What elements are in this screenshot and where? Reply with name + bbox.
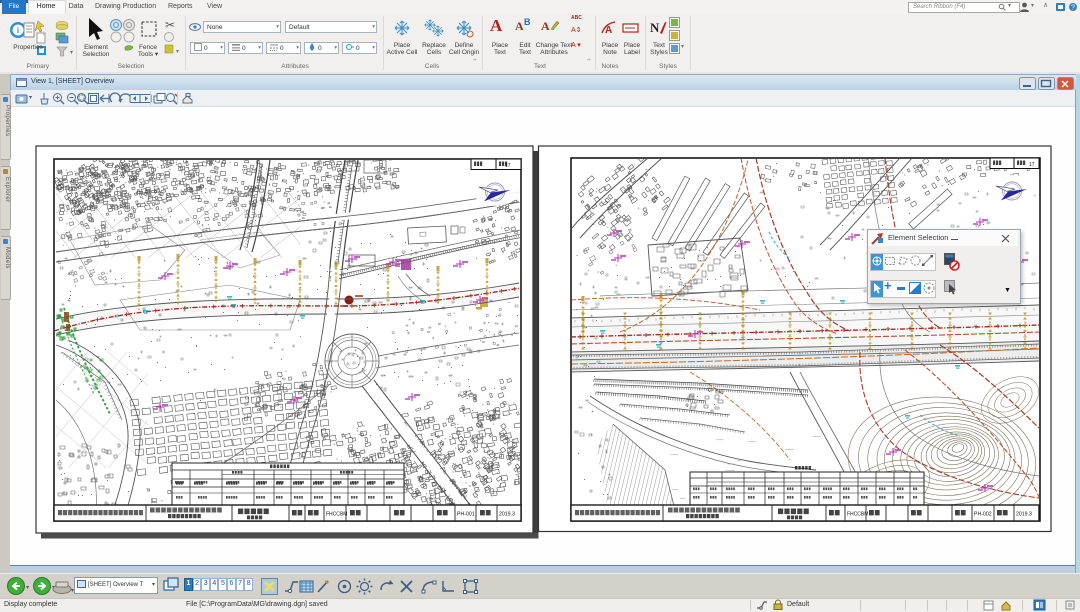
svg-text:17: 17: [505, 163, 511, 169]
svg-text:A: A: [605, 25, 612, 36]
svg-text:✂: ✂: [165, 18, 175, 32]
svg-text:?: ?: [1071, 5, 1075, 12]
svg-text:FHCCBM: FHCCBM: [847, 512, 868, 518]
svg-text:PH-001: PH-001: [457, 512, 475, 518]
svg-text:i: i: [17, 26, 19, 35]
svg-text:17: 17: [1029, 162, 1035, 168]
svg-text:PH-002: PH-002: [974, 512, 992, 518]
svg-text:N: N: [650, 20, 660, 35]
svg-text:▾: ▾: [26, 585, 29, 591]
svg-text:2019.3: 2019.3: [499, 512, 515, 518]
svg-text:▾: ▾: [176, 49, 179, 55]
svg-text:FHCCBM: FHCCBM: [326, 512, 347, 518]
svg-text:2019.3: 2019.3: [1016, 512, 1032, 518]
